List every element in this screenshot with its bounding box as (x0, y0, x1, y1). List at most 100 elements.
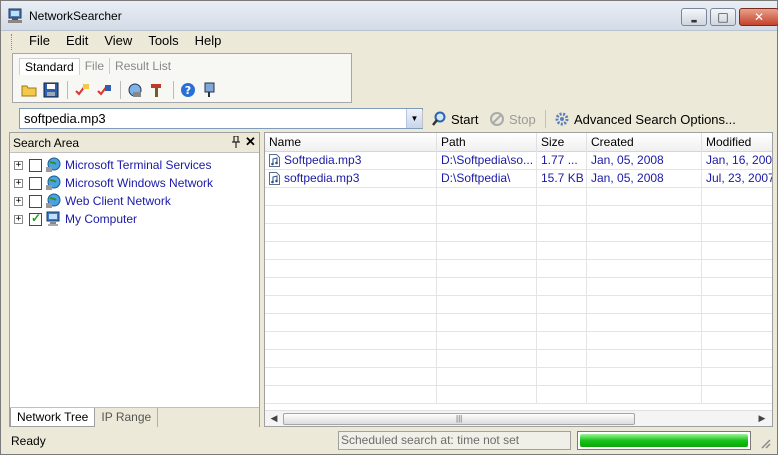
search-bar: ▼ Start Stop Advanced Search Options... (7, 105, 773, 131)
expand-icon[interactable]: + (14, 178, 23, 188)
network-globe-icon (46, 175, 61, 190)
minimize-button[interactable]: ▬ (681, 8, 707, 26)
cell-modified: Jul, 23, 2007 (706, 171, 772, 185)
column-header-size[interactable]: Size (537, 133, 587, 152)
tree-node[interactable]: + Microsoft Windows Network (14, 174, 213, 192)
tab-ip-range[interactable]: IP Range (95, 408, 159, 427)
column-header-modified[interactable]: Modified (702, 133, 772, 152)
network-settings-icon[interactable] (125, 80, 145, 100)
tree-node-label: Microsoft Terminal Services (65, 158, 212, 172)
file-name: Softpedia.mp3 (284, 153, 362, 167)
tree-node[interactable]: + Web Client Network (14, 192, 213, 210)
svg-text:?: ? (185, 84, 191, 97)
cell-name: softpedia.mp3 (265, 170, 437, 187)
progress-fill (580, 434, 748, 447)
tree-node[interactable]: + Microsoft Terminal Services (14, 156, 213, 174)
tree-node[interactable]: + My Computer (14, 210, 213, 228)
open-folder-icon[interactable] (19, 80, 39, 100)
expand-icon[interactable]: + (14, 196, 23, 206)
results-panel: Name Path Size Created Modified Softpedi… (264, 132, 773, 427)
empty-row (265, 386, 772, 404)
window-title: NetworkSearcher (29, 9, 122, 23)
scheduled-search-status: Scheduled search at: time not set (338, 431, 571, 450)
node-checkbox[interactable] (29, 176, 42, 190)
expand-icon[interactable]: + (14, 214, 23, 224)
search-combobox[interactable]: ▼ (19, 108, 423, 129)
node-checkbox[interactable] (29, 158, 42, 172)
scrollbar-thumb[interactable]: ||| (283, 413, 635, 425)
node-checkbox[interactable] (29, 194, 42, 208)
toolbar-separator (422, 110, 423, 128)
info-icon[interactable] (200, 80, 220, 100)
tree-node-label: Web Client Network (65, 194, 171, 208)
results-grid: Softpedia.mp3 D:\Softpedia\so... 1.77 ..… (265, 152, 772, 409)
resize-grip-icon[interactable] (759, 437, 771, 449)
maximize-button[interactable]: □ (710, 8, 736, 26)
network-globe-icon (46, 157, 61, 172)
audio-file-icon (269, 172, 280, 185)
tree-node-label: My Computer (65, 212, 138, 226)
menubar-grip[interactable] (11, 34, 15, 50)
tab-network-tree[interactable]: Network Tree (10, 408, 96, 427)
panel-close-icon[interactable]: ✕ (245, 134, 256, 150)
status-text: Ready (11, 434, 46, 448)
empty-row (265, 260, 772, 278)
empty-row (265, 368, 772, 386)
node-checkbox[interactable] (29, 211, 42, 226)
menu-edit[interactable]: Edit (58, 33, 96, 51)
expand-icon[interactable]: + (14, 160, 23, 170)
title-bar[interactable]: NetworkSearcher ▬ □ ✕ (1, 1, 778, 31)
scroll-right-icon[interactable]: ▶ (755, 412, 769, 426)
chevron-down-icon[interactable]: ▼ (406, 109, 422, 128)
tab-file[interactable]: File (80, 58, 109, 74)
toolbar: Standard File Result List ? (12, 53, 352, 103)
audio-file-icon (269, 154, 280, 167)
tab-result-list[interactable]: Result List (109, 58, 176, 74)
stop-label: Stop (509, 111, 536, 127)
table-row[interactable]: softpedia.mp3 D:\Softpedia\ 15.7 KB Jan,… (265, 170, 772, 188)
cell-created: Jan, 05, 2008 (587, 170, 702, 187)
toolbar-buttons: ? (19, 80, 222, 100)
search-area-header: Search Area ✕ (10, 133, 259, 153)
close-icon: ✕ (753, 10, 765, 24)
empty-row (265, 314, 772, 332)
cell-name: Softpedia.mp3 (265, 152, 437, 169)
table-row[interactable]: Softpedia.mp3 D:\Softpedia\so... 1.77 ..… (265, 152, 772, 170)
column-header-created[interactable]: Created (587, 133, 702, 152)
search-input[interactable] (20, 109, 406, 128)
scroll-left-icon[interactable]: ◀ (267, 412, 281, 426)
status-bar: Ready Scheduled search at: time not set (1, 429, 777, 454)
help-icon[interactable]: ? (178, 80, 198, 100)
app-window: NetworkSearcher ▬ □ ✕ File Edit View Too… (0, 0, 778, 455)
tab-standard[interactable]: Standard (19, 57, 80, 75)
menu-bar: File Edit View Tools Help (11, 33, 229, 51)
close-button[interactable]: ✕ (739, 8, 778, 26)
minimize-icon: ▬ (690, 17, 698, 25)
menu-tools[interactable]: Tools (140, 33, 186, 51)
file-name: softpedia.mp3 (284, 171, 360, 185)
pin-icon[interactable] (231, 135, 241, 151)
save-icon[interactable] (41, 80, 61, 100)
empty-row (265, 242, 772, 260)
search-area-tabs: Network Tree IP Range (10, 407, 259, 427)
stop-button[interactable]: Stop (488, 109, 536, 129)
menu-help[interactable]: Help (187, 33, 230, 51)
toolbar-separator (67, 81, 68, 99)
advanced-search-button[interactable]: Advanced Search Options... (553, 109, 736, 129)
horizontal-scrollbar[interactable]: ◀ ||| ▶ (265, 410, 772, 426)
empty-row (265, 296, 772, 314)
check-save-icon[interactable] (94, 80, 114, 100)
start-button[interactable]: Start (430, 109, 478, 129)
empty-row (265, 332, 772, 350)
tools-icon[interactable] (147, 80, 167, 100)
toolbar-tabs: Standard File Result List (19, 56, 176, 76)
menu-file[interactable]: File (21, 33, 58, 51)
column-header-path[interactable]: Path (437, 133, 537, 152)
menu-view[interactable]: View (96, 33, 140, 51)
column-header-name[interactable]: Name (265, 133, 437, 152)
check-remove-icon[interactable] (72, 80, 92, 100)
computer-icon (46, 211, 60, 226)
advanced-search-label: Advanced Search Options... (574, 111, 736, 127)
app-icon (8, 8, 22, 23)
scrollbar-grip: ||| (456, 414, 463, 423)
